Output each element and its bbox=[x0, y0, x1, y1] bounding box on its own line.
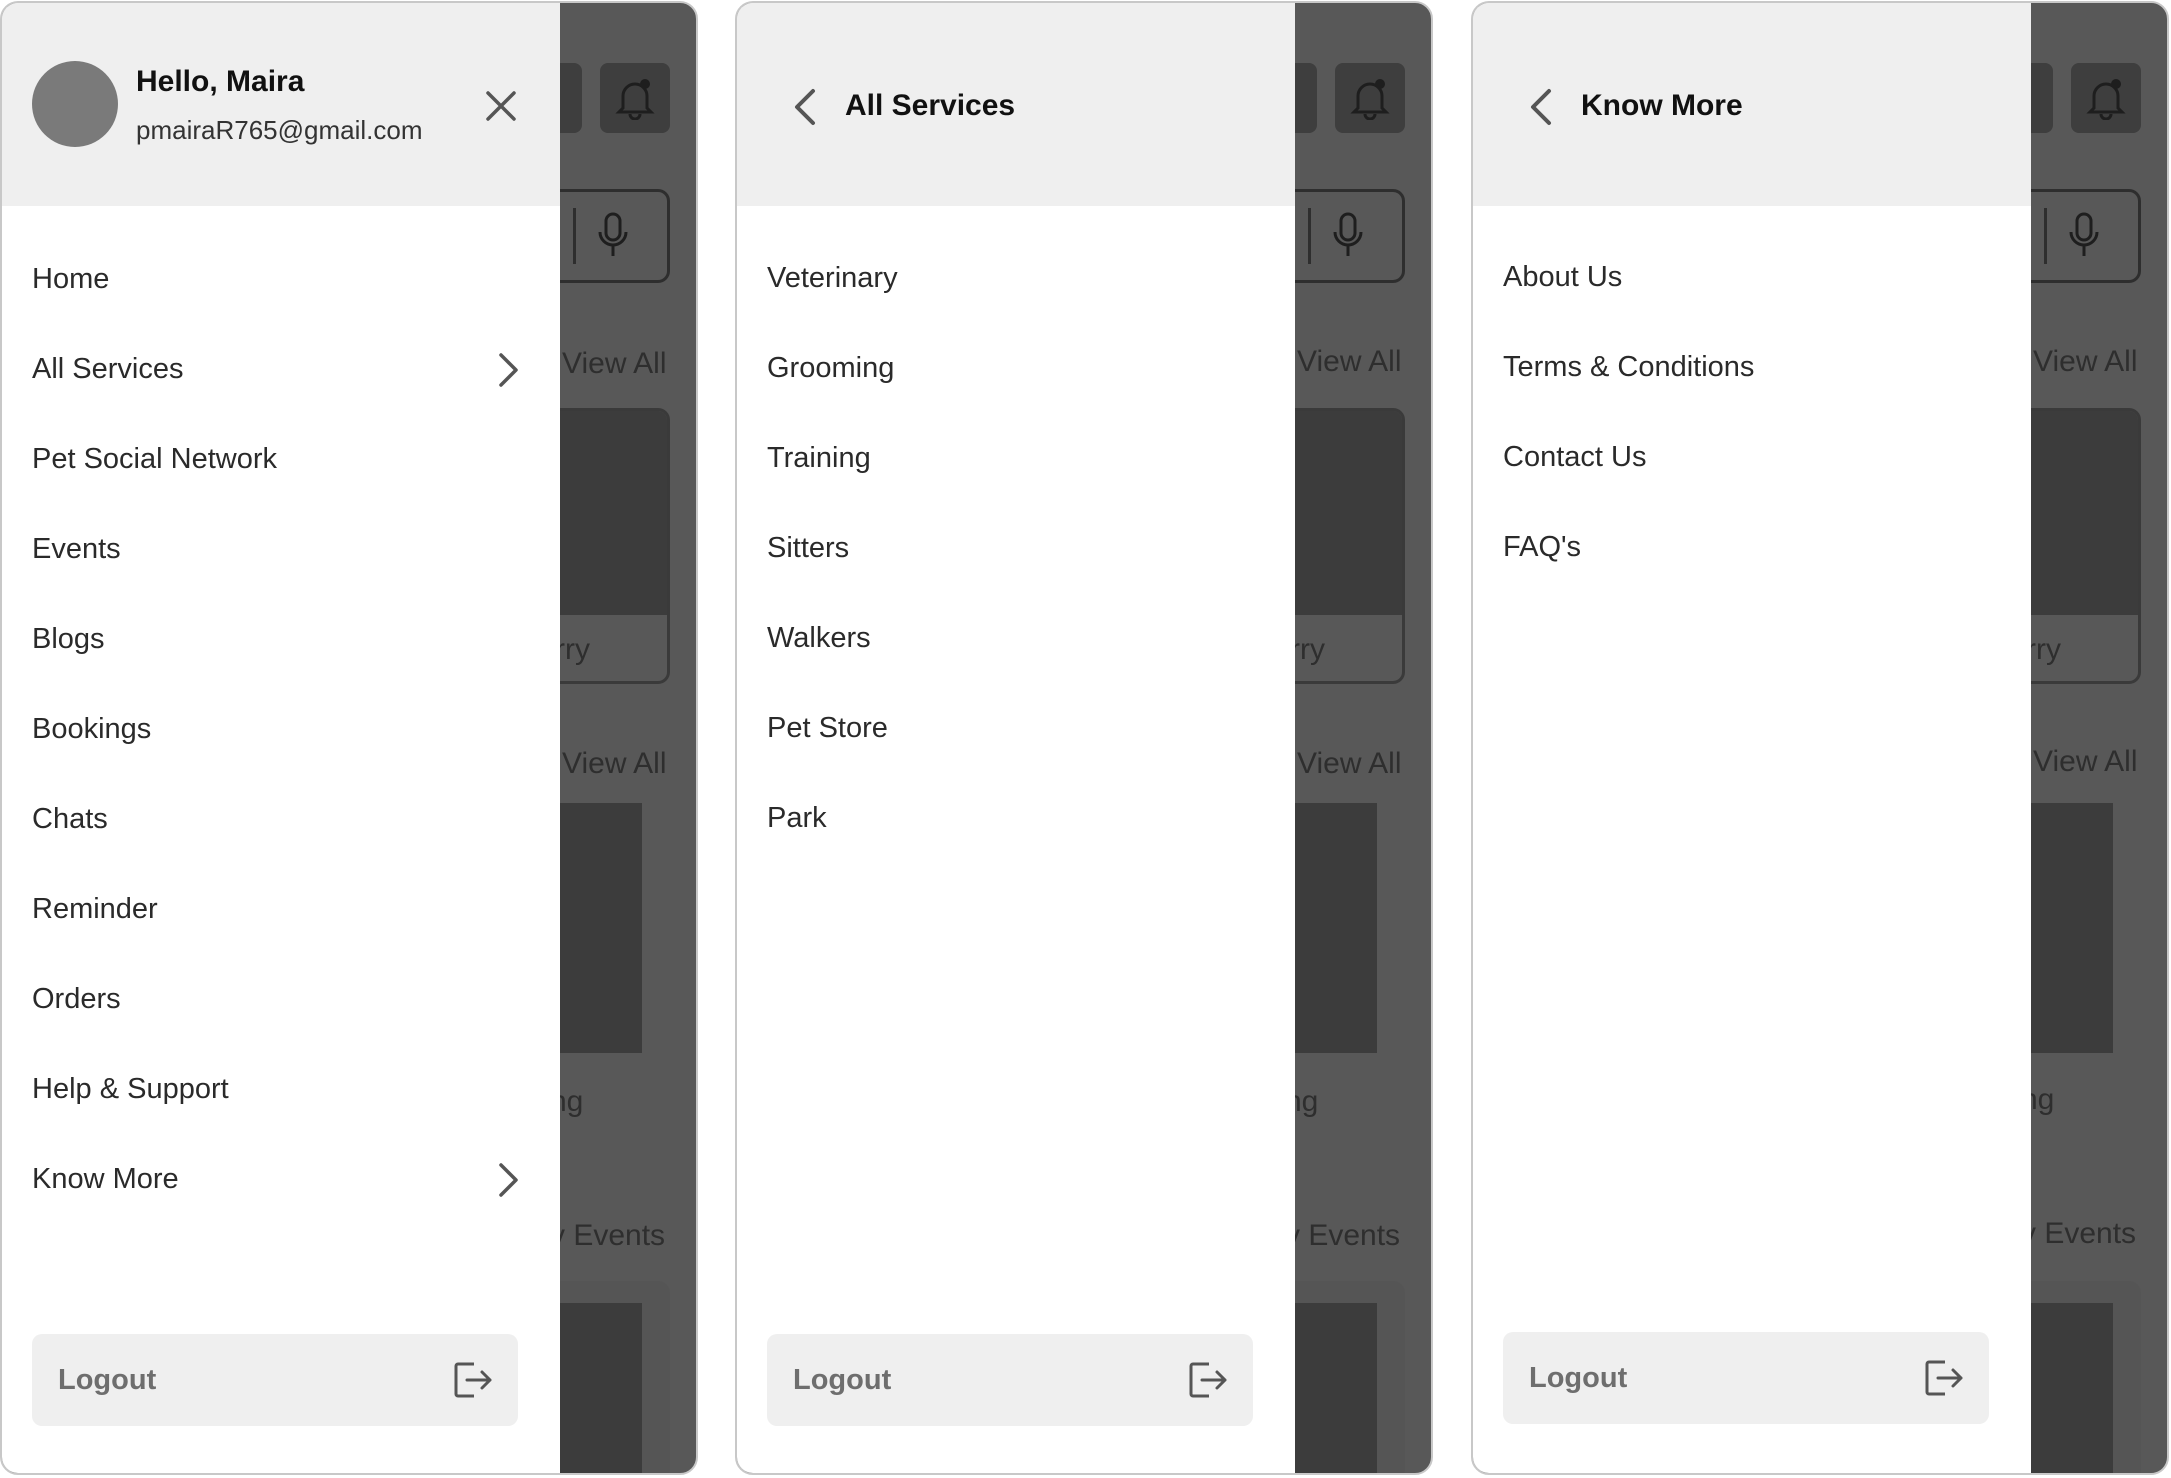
chevron-right-icon bbox=[499, 1163, 518, 1197]
view-all-link: View All bbox=[562, 347, 667, 380]
menu-item-blogs[interactable]: Blogs bbox=[32, 617, 522, 661]
screen-main-menu: View All rry View All ng v Events Hello,… bbox=[0, 1, 698, 1475]
menu-item-bookings[interactable]: Bookings bbox=[32, 707, 522, 751]
page-title: Know More bbox=[1581, 89, 1743, 122]
logout-icon bbox=[1925, 1360, 1963, 1396]
menu-item-pet-social-network[interactable]: Pet Social Network bbox=[32, 437, 522, 481]
user-email: pmairaR765@gmail.com bbox=[136, 115, 423, 145]
logout-button[interactable]: Logout bbox=[32, 1334, 518, 1426]
page-title: All Services bbox=[845, 89, 1016, 122]
menu-item-terms-conditions[interactable]: Terms & Conditions bbox=[1503, 345, 1993, 389]
menu-item-chats[interactable]: Chats bbox=[32, 797, 522, 841]
back-arrow-icon[interactable] bbox=[787, 85, 821, 129]
menu-item-walkers[interactable]: Walkers bbox=[767, 616, 1257, 660]
menu-item-veterinary[interactable]: Veterinary bbox=[767, 256, 1257, 300]
view-all-link: View All bbox=[562, 747, 667, 780]
notification-bell-icon bbox=[2071, 63, 2141, 133]
close-icon[interactable] bbox=[484, 89, 518, 123]
menu-item-all-services[interactable]: All Services bbox=[32, 347, 522, 391]
drawer-header: All Services bbox=[737, 3, 1295, 206]
logout-button[interactable]: Logout bbox=[767, 1334, 1253, 1426]
notification-bell-icon bbox=[600, 63, 670, 133]
logout-icon bbox=[454, 1362, 492, 1398]
menu-item-orders[interactable]: Orders bbox=[32, 977, 522, 1021]
menu-item-sitters[interactable]: Sitters bbox=[767, 526, 1257, 570]
menu-item-about-us[interactable]: About Us bbox=[1503, 255, 1993, 299]
side-drawer: Hello, Maira pmairaR765@gmail.com Home A… bbox=[2, 3, 560, 1473]
menu-item-help-support[interactable]: Help & Support bbox=[32, 1067, 522, 1111]
menu-item-know-more[interactable]: Know More bbox=[32, 1157, 522, 1201]
menu-item-events[interactable]: Events bbox=[32, 527, 522, 571]
menu-item-reminder[interactable]: Reminder bbox=[32, 887, 522, 931]
menu-item-home[interactable]: Home bbox=[32, 257, 522, 301]
screen-all-services: View All rry View All ng v Events All Se… bbox=[735, 1, 1433, 1475]
menu-item-park[interactable]: Park bbox=[767, 796, 1257, 840]
back-arrow-icon[interactable] bbox=[1523, 85, 1557, 129]
logout-icon bbox=[1189, 1362, 1227, 1398]
screen-know-more: View All rry View All ng v Events Know M… bbox=[1471, 1, 2169, 1475]
logout-button[interactable]: Logout bbox=[1503, 1332, 1989, 1424]
notification-bell-icon bbox=[1335, 63, 1405, 133]
mic-icon bbox=[1333, 212, 1363, 256]
mic-icon bbox=[598, 212, 628, 256]
side-drawer: Know More About Us Terms & Conditions Co… bbox=[1473, 3, 2031, 1473]
view-all-link: View All bbox=[2033, 345, 2138, 378]
avatar[interactable] bbox=[32, 61, 118, 147]
mic-icon bbox=[2069, 212, 2099, 256]
greeting: Hello, Maira bbox=[136, 65, 305, 98]
view-all-link: View All bbox=[1297, 345, 1402, 378]
menu-item-pet-store[interactable]: Pet Store bbox=[767, 706, 1257, 750]
menu-item-grooming[interactable]: Grooming bbox=[767, 346, 1257, 390]
drawer-header: Hello, Maira pmairaR765@gmail.com bbox=[2, 3, 560, 206]
menu-item-faqs[interactable]: FAQ's bbox=[1503, 525, 1993, 569]
view-all-link: View All bbox=[1297, 747, 1402, 780]
menu-item-contact-us[interactable]: Contact Us bbox=[1503, 435, 1993, 479]
drawer-header: Know More bbox=[1473, 3, 2031, 206]
menu-item-training[interactable]: Training bbox=[767, 436, 1257, 480]
side-drawer: All Services Veterinary Grooming Trainin… bbox=[737, 3, 1295, 1473]
view-all-link: View All bbox=[2033, 745, 2138, 778]
chevron-right-icon bbox=[499, 353, 518, 387]
